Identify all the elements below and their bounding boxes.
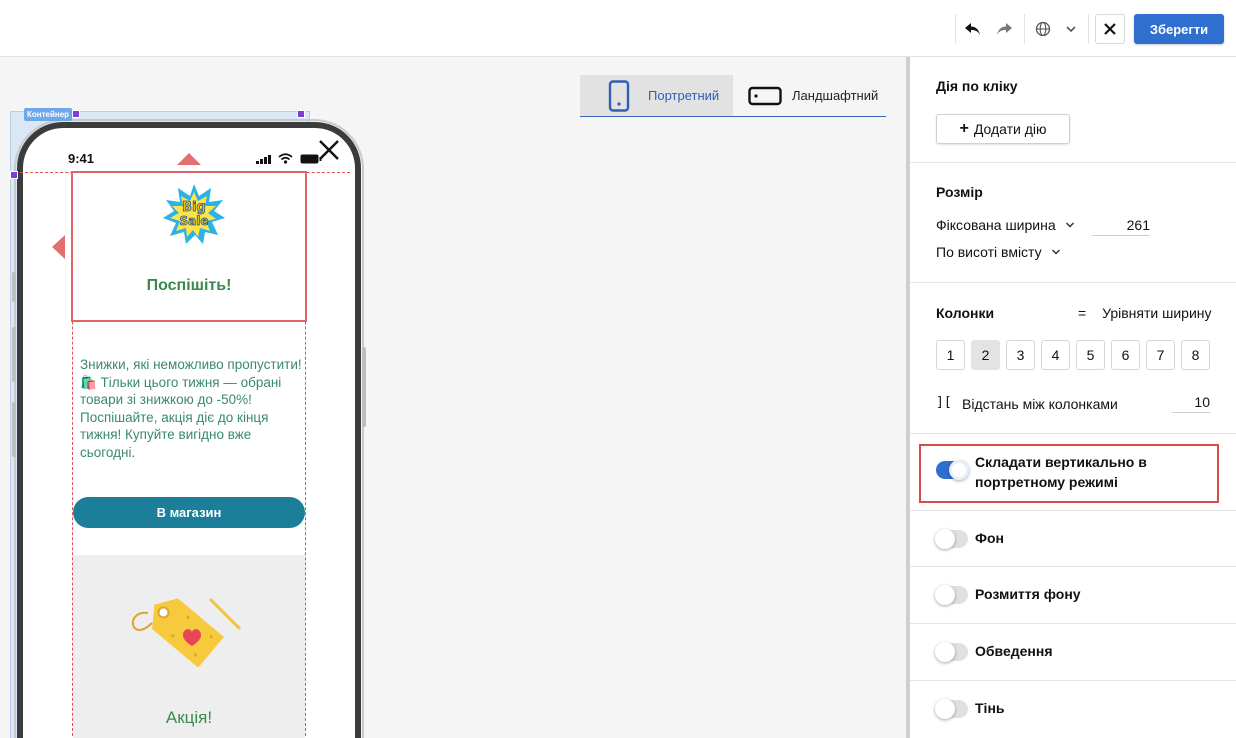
background-blur-label: Розмиття фону bbox=[975, 586, 1081, 602]
click-action-title: Дія по кліку bbox=[936, 78, 1018, 94]
column-count-6[interactable]: 6 bbox=[1111, 340, 1140, 370]
gap-icon: ][ bbox=[936, 395, 952, 410]
move-left-arrow-icon[interactable] bbox=[52, 235, 65, 259]
undo-icon bbox=[965, 23, 980, 35]
properties-panel: Дія по кліку + Додати дію Розмір Фіксова… bbox=[906, 57, 1236, 738]
toggle-knob bbox=[935, 642, 955, 662]
column-count-8[interactable]: 8 bbox=[1181, 340, 1210, 370]
column-count-5[interactable]: 5 bbox=[1076, 340, 1105, 370]
columns-title: Колонки bbox=[936, 305, 995, 321]
toggle-knob bbox=[935, 529, 955, 549]
size-section: Розмір Фіксована ширина 261 По висоті вм… bbox=[910, 163, 1236, 283]
width-mode-dropdown[interactable]: Фіксована ширина bbox=[936, 217, 1075, 233]
phone-portrait-icon bbox=[608, 79, 630, 112]
stack-vertical-label: Складати вертикально в портретному режим… bbox=[975, 452, 1147, 492]
shadow-toggle[interactable] bbox=[935, 699, 968, 719]
toggle-knob bbox=[949, 460, 969, 480]
top-toolbar: Зберегти bbox=[0, 0, 1236, 57]
close-editor-button[interactable] bbox=[1095, 14, 1125, 44]
orientation-tabs: Портретний Ландшафтний bbox=[580, 75, 886, 117]
toolbar-separator bbox=[1088, 14, 1089, 44]
column-count-3[interactable]: 3 bbox=[1006, 340, 1035, 370]
size-title: Розмір bbox=[936, 184, 983, 200]
tab-landscape[interactable]: Ландшафтний bbox=[733, 75, 886, 116]
shop-button[interactable]: В магазин bbox=[73, 497, 305, 528]
border-toggle[interactable] bbox=[935, 642, 968, 662]
popup-close-icon[interactable] bbox=[318, 139, 340, 161]
shadow-label: Тінь bbox=[975, 700, 1005, 716]
phone-side-button bbox=[362, 347, 366, 427]
toolbar-separator bbox=[955, 14, 956, 44]
price-tag-icon bbox=[131, 597, 242, 668]
background-toggle[interactable] bbox=[935, 529, 968, 549]
height-mode-dropdown[interactable]: По висоті вмісту bbox=[936, 244, 1061, 260]
promo-text: Акція! bbox=[165, 708, 213, 727]
toggle-knob bbox=[935, 585, 955, 605]
width-mode-label: Фіксована ширина bbox=[936, 217, 1056, 233]
phone-side-button bbox=[12, 327, 16, 382]
height-mode-label: По висоті вмісту bbox=[936, 244, 1042, 260]
equals-icon: = bbox=[1078, 305, 1087, 321]
resize-handle[interactable] bbox=[72, 110, 80, 118]
add-action-label: Додати дію bbox=[973, 121, 1047, 137]
headline-text: Поспішіть! bbox=[146, 277, 232, 294]
language-dropdown[interactable] bbox=[1032, 14, 1080, 44]
width-value-input[interactable]: 261 bbox=[1092, 217, 1150, 236]
redo-icon bbox=[997, 23, 1012, 35]
plus-icon: + bbox=[959, 120, 969, 137]
column-count-2[interactable]: 2 bbox=[971, 340, 1000, 370]
chevron-down-icon bbox=[1051, 249, 1060, 255]
status-bar-time: 9:41 bbox=[68, 151, 95, 166]
container-label: Контейнер bbox=[24, 108, 73, 121]
undo-button[interactable] bbox=[961, 14, 985, 44]
toolbar-separator bbox=[1024, 14, 1025, 44]
add-action-button[interactable]: + Додати дію bbox=[936, 114, 1070, 144]
stack-vertical-toggle[interactable] bbox=[936, 460, 969, 480]
column-count-7[interactable]: 7 bbox=[1146, 340, 1175, 370]
resize-handle[interactable] bbox=[297, 110, 305, 118]
equalize-width-label: Урівняти ширину bbox=[1102, 305, 1212, 321]
resize-handle[interactable] bbox=[10, 171, 18, 179]
body-text: Знижки, які неможливо пропустити! 🛍️ Тіл… bbox=[80, 357, 302, 460]
gap-value-input[interactable]: 10 bbox=[1172, 394, 1210, 413]
equalize-width-button[interactable]: = Урівняти ширину bbox=[1078, 305, 1212, 321]
phone-side-button bbox=[12, 402, 16, 457]
wifi-icon bbox=[278, 153, 293, 164]
editor-canvas: Портретний Ландшафтний Контейнер 9:41 Bi… bbox=[0, 57, 906, 738]
column-count-4[interactable]: 4 bbox=[1041, 340, 1070, 370]
chevron-down-icon bbox=[1065, 222, 1074, 228]
background-label: Фон bbox=[975, 530, 1004, 546]
click-action-section: Дія по кліку + Додати дію bbox=[910, 57, 1236, 163]
tab-portrait[interactable]: Портретний bbox=[580, 75, 733, 116]
phone-landscape-icon bbox=[748, 86, 782, 105]
stack-vertical-label-line2: портретному режимі bbox=[975, 474, 1118, 490]
phone-side-button bbox=[12, 272, 16, 302]
tab-landscape-label: Ландшафтний bbox=[792, 88, 879, 103]
redo-button[interactable] bbox=[992, 14, 1016, 44]
signal-icon bbox=[256, 155, 271, 164]
stack-vertical-label-line1: Складати вертикально в bbox=[975, 454, 1147, 470]
column-count-1[interactable]: 1 bbox=[936, 340, 965, 370]
svg-text:Sale: Sale bbox=[180, 214, 209, 228]
toggle-knob bbox=[935, 699, 955, 719]
gap-label: Відстань між колонками bbox=[962, 396, 1118, 412]
svg-text:Big: Big bbox=[182, 200, 206, 215]
background-blur-toggle[interactable] bbox=[935, 585, 968, 605]
chevron-down-icon bbox=[1066, 26, 1076, 33]
big-sale-badge-icon: Big Sale bbox=[163, 184, 225, 244]
selected-column-block[interactable]: Big Sale bbox=[71, 171, 307, 322]
tab-portrait-label: Портретний bbox=[648, 88, 720, 103]
globe-icon bbox=[1035, 21, 1051, 37]
move-up-arrow-icon[interactable] bbox=[177, 153, 201, 165]
close-icon bbox=[1104, 23, 1116, 35]
save-button[interactable]: Зберегти bbox=[1134, 14, 1224, 44]
border-label: Обведення bbox=[975, 643, 1053, 659]
